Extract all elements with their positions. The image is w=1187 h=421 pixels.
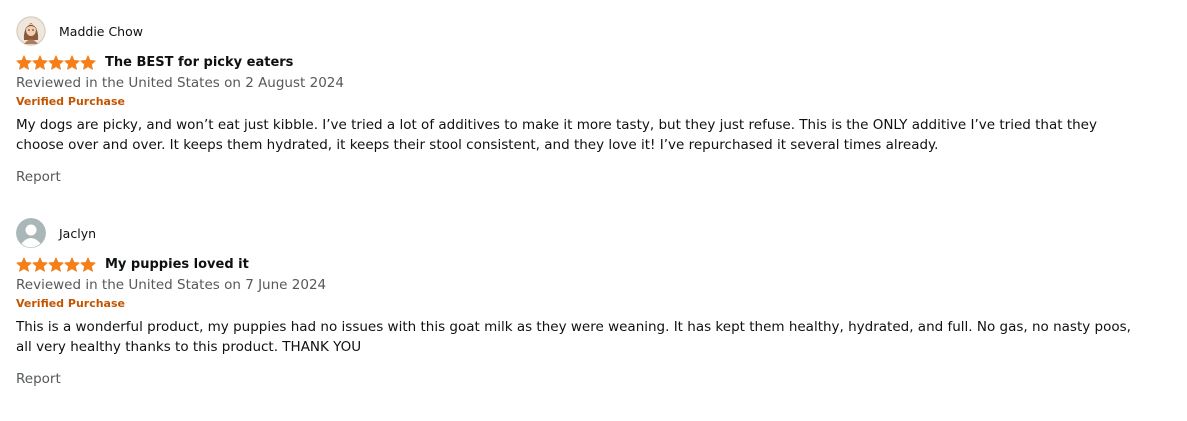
reviewer-profile[interactable]: Maddie Chow	[16, 16, 1156, 46]
review-title[interactable]: My puppies loved it	[105, 257, 249, 272]
star-icon	[48, 54, 64, 70]
review-body: This is a wonderful product, my puppies …	[16, 319, 1131, 355]
report-link[interactable]: Report	[16, 169, 61, 185]
star-icon	[32, 54, 48, 70]
verified-purchase-badge: Verified Purchase	[16, 297, 125, 310]
star-rating[interactable]	[16, 54, 96, 70]
review: Maddie Chow The BEST for picky eaters Re…	[16, 16, 1156, 185]
review-title-row: My puppies loved it	[16, 255, 1156, 273]
reviewer-name[interactable]: Jaclyn	[59, 226, 96, 241]
star-rating[interactable]	[16, 256, 96, 272]
star-icon	[48, 256, 64, 272]
reviewer-name[interactable]: Maddie Chow	[59, 24, 143, 39]
star-icon	[80, 256, 96, 272]
verified-purchase-badge: Verified Purchase	[16, 95, 125, 108]
star-icon	[80, 54, 96, 70]
review: Jaclyn My puppies loved it Reviewed in t…	[16, 218, 1156, 387]
report-link[interactable]: Report	[16, 371, 61, 387]
star-icon	[16, 54, 32, 70]
review-title[interactable]: The BEST for picky eaters	[105, 55, 293, 70]
review-date: Reviewed in the United States on 7 June …	[16, 277, 327, 293]
star-icon	[32, 256, 48, 272]
default-user-avatar[interactable]	[16, 218, 46, 248]
reviewer-profile[interactable]: Jaclyn	[16, 218, 1156, 248]
review-date: Reviewed in the United States on 2 Augus…	[16, 75, 344, 91]
star-icon	[64, 256, 80, 272]
star-icon	[64, 54, 80, 70]
review-body: My dogs are picky, and won’t eat just ki…	[16, 117, 1097, 153]
review-title-row: The BEST for picky eaters	[16, 53, 1156, 71]
star-icon	[16, 256, 32, 272]
profile-photo-avatar[interactable]	[16, 16, 46, 46]
